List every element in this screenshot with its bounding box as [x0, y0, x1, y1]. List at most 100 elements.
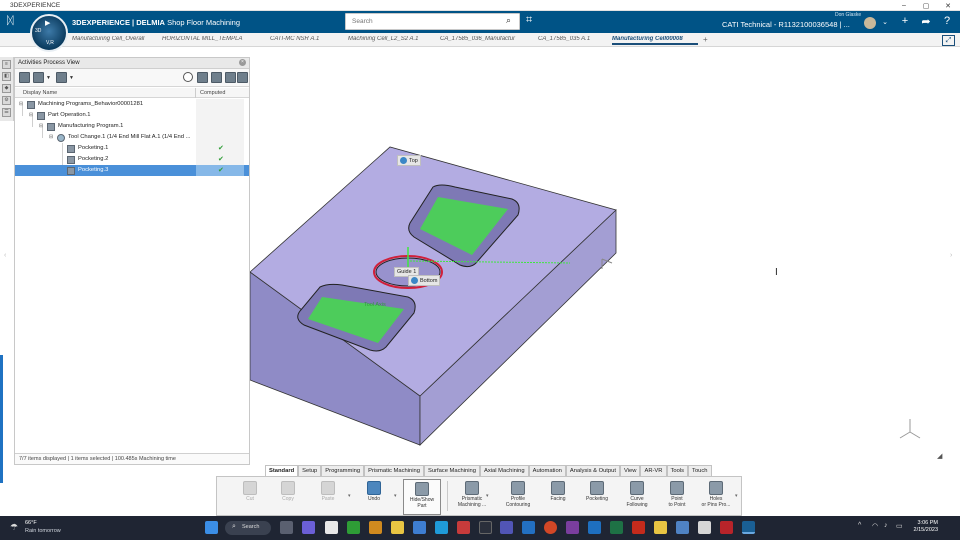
- tab-surface-machining[interactable]: Surface Machining: [423, 465, 480, 476]
- battery-icon[interactable]: ▭: [896, 522, 903, 530]
- tab-axial-machining[interactable]: Axial Machining: [479, 465, 529, 476]
- taskbar-search[interactable]: ⌕ Search: [225, 521, 271, 535]
- acrobat-icon[interactable]: [632, 521, 645, 534]
- word-icon[interactable]: [588, 521, 601, 534]
- collapse-icon[interactable]: ⊟: [29, 112, 33, 118]
- label-bottom[interactable]: Bottom: [408, 275, 441, 286]
- app-v-icon[interactable]: [325, 521, 338, 534]
- undo-button[interactable]: Undo: [355, 479, 393, 515]
- share-icon[interactable]: ➦: [919, 15, 933, 28]
- teams-icon[interactable]: [500, 521, 513, 534]
- app-calc-icon[interactable]: [676, 521, 689, 534]
- windows-start-icon[interactable]: [205, 521, 218, 534]
- options-icon[interactable]: [225, 72, 236, 83]
- doc-tab-1[interactable]: HORIZONTAL MILL_TEMPLA: [162, 36, 248, 42]
- search-icon[interactable]: ⌕: [506, 15, 511, 26]
- collapse-icon[interactable]: ⊟: [39, 123, 43, 129]
- help-icon[interactable]: ?: [940, 15, 954, 27]
- cut-button[interactable]: Cut: [231, 479, 269, 515]
- maximize-button[interactable]: ▢: [915, 0, 937, 11]
- cloud-rain-icon[interactable]: ☂: [10, 522, 18, 533]
- search-icon[interactable]: [183, 72, 193, 82]
- app-red-icon[interactable]: [457, 521, 470, 534]
- tab-setup[interactable]: Setup: [298, 465, 322, 476]
- tree-icon[interactable]: ≡: [2, 60, 11, 69]
- col-display-name[interactable]: Display Name: [23, 90, 57, 96]
- left-edge-arrow-icon[interactable]: ‹: [4, 252, 6, 259]
- display-mode-icon[interactable]: [56, 72, 67, 83]
- part-model[interactable]: [249, 47, 960, 465]
- doc-tab-4[interactable]: CA_17585_036_Manufactur: [440, 36, 518, 42]
- hide-show-part-button[interactable]: Hide/Show Part: [403, 479, 441, 515]
- tree-row-selected[interactable]: Pocketing.3 ✔: [15, 165, 249, 176]
- curve-following-button[interactable]: Curve Following: [618, 479, 656, 515]
- tag-icon[interactable]: ⌗: [526, 14, 532, 27]
- 3dexperience-icon[interactable]: [742, 521, 755, 534]
- chevron-down-icon[interactable]: ▼: [69, 75, 74, 81]
- chevron-down-icon[interactable]: ▼: [46, 75, 51, 81]
- close-icon[interactable]: ×: [239, 59, 246, 66]
- tab-view[interactable]: View: [619, 465, 641, 476]
- point-to-point-button[interactable]: Point to Point: [658, 479, 696, 515]
- tab-touch[interactable]: Touch: [688, 465, 712, 476]
- powerpoint-icon[interactable]: [544, 521, 557, 534]
- facing-button[interactable]: Facing: [539, 479, 577, 515]
- chevron-down-icon[interactable]: ▾: [486, 493, 489, 499]
- onenote-icon[interactable]: [566, 521, 579, 534]
- folder-icon[interactable]: [391, 521, 404, 534]
- orientation-triad[interactable]: [899, 419, 921, 439]
- wifi-icon[interactable]: ◠: [872, 522, 878, 530]
- tab-tools[interactable]: Tools: [666, 465, 689, 476]
- cube-icon[interactable]: ◆: [2, 84, 11, 93]
- 3d-viewport[interactable]: Top Guide 1 Bottom Tool Axis: [249, 47, 960, 465]
- chevron-down-icon[interactable]: ▾: [394, 493, 397, 499]
- weather-forecast[interactable]: Rain tomorrow: [25, 528, 61, 534]
- close-button[interactable]: ✕: [937, 0, 959, 11]
- resize-grip-icon[interactable]: ◢: [937, 452, 942, 460]
- minimize-button[interactable]: –: [893, 0, 915, 11]
- chevron-down-icon[interactable]: ▾: [348, 493, 351, 499]
- compass-widget[interactable]: 3D V,R ▶: [30, 14, 68, 52]
- system-clock[interactable]: 3:06 PM 2/15/2023: [910, 520, 938, 534]
- app-blue-icon[interactable]: [413, 521, 426, 534]
- outlook-icon[interactable]: [522, 521, 535, 534]
- layout-icon[interactable]: [237, 72, 248, 83]
- copy-button[interactable]: Copy: [269, 479, 307, 515]
- collapse-icon[interactable]: ⊟: [19, 101, 23, 107]
- profile-contouring-button[interactable]: Profile Contouring: [499, 479, 537, 515]
- tab-standard[interactable]: Standard: [265, 465, 299, 476]
- tree-row[interactable]: Pocketing.2 ✔: [15, 154, 249, 165]
- tab-programming[interactable]: Programming: [321, 465, 365, 476]
- filter-icon[interactable]: [197, 72, 208, 83]
- settings-icon[interactable]: ⚙: [2, 96, 11, 105]
- pocketing-button[interactable]: Pocketing: [578, 479, 616, 515]
- app-green-icon[interactable]: [347, 521, 360, 534]
- doc-tab-5[interactable]: CA_17585_035 A.1: [538, 36, 598, 42]
- task-view-icon[interactable]: [280, 521, 293, 534]
- collapse-icon[interactable]: ⊟: [49, 134, 53, 140]
- doc-tab-2[interactable]: CATI-MC NSR A.1: [270, 36, 330, 42]
- doc-tab-0[interactable]: Manufacturing Cell_Overall: [72, 36, 157, 42]
- chevron-down-icon[interactable]: ⌄: [878, 18, 892, 26]
- volume-icon[interactable]: ♪: [884, 522, 888, 529]
- app-dark-icon[interactable]: [479, 521, 492, 534]
- tab-prismatic-machining[interactable]: Prismatic Machining: [364, 465, 424, 476]
- tree-row[interactable]: Pocketing.1 ✔: [15, 143, 249, 154]
- ds-logo-icon[interactable]: ᛞ: [7, 15, 14, 27]
- holes-pins-button[interactable]: Holes or Pins Pro...: [697, 479, 735, 515]
- app-orange-icon[interactable]: [369, 521, 382, 534]
- add-icon[interactable]: +: [898, 15, 912, 27]
- search-input[interactable]: [345, 13, 520, 30]
- tenant-selector[interactable]: CATI Technical - R1132100036548 | ...: [722, 20, 850, 29]
- doc-tab-3[interactable]: Machining Cell_L2_S2 A.1: [348, 36, 428, 42]
- tree-row[interactable]: ⊟ Part Operation.1: [15, 110, 249, 121]
- app-sw-icon[interactable]: [720, 521, 733, 534]
- add-tab-button[interactable]: +: [703, 35, 708, 44]
- tree-row[interactable]: ⊟ Machining Programs_Behavior00001281: [15, 99, 249, 110]
- doc-tab-active[interactable]: Manufacturing Cell00008: [612, 36, 698, 45]
- tab-ar-vr[interactable]: AR-VR: [640, 465, 667, 476]
- tab-automation[interactable]: Automation: [528, 465, 566, 476]
- layers-icon[interactable]: ◧: [2, 72, 11, 81]
- excel-icon[interactable]: [610, 521, 623, 534]
- edge-browser-icon[interactable]: [435, 521, 448, 534]
